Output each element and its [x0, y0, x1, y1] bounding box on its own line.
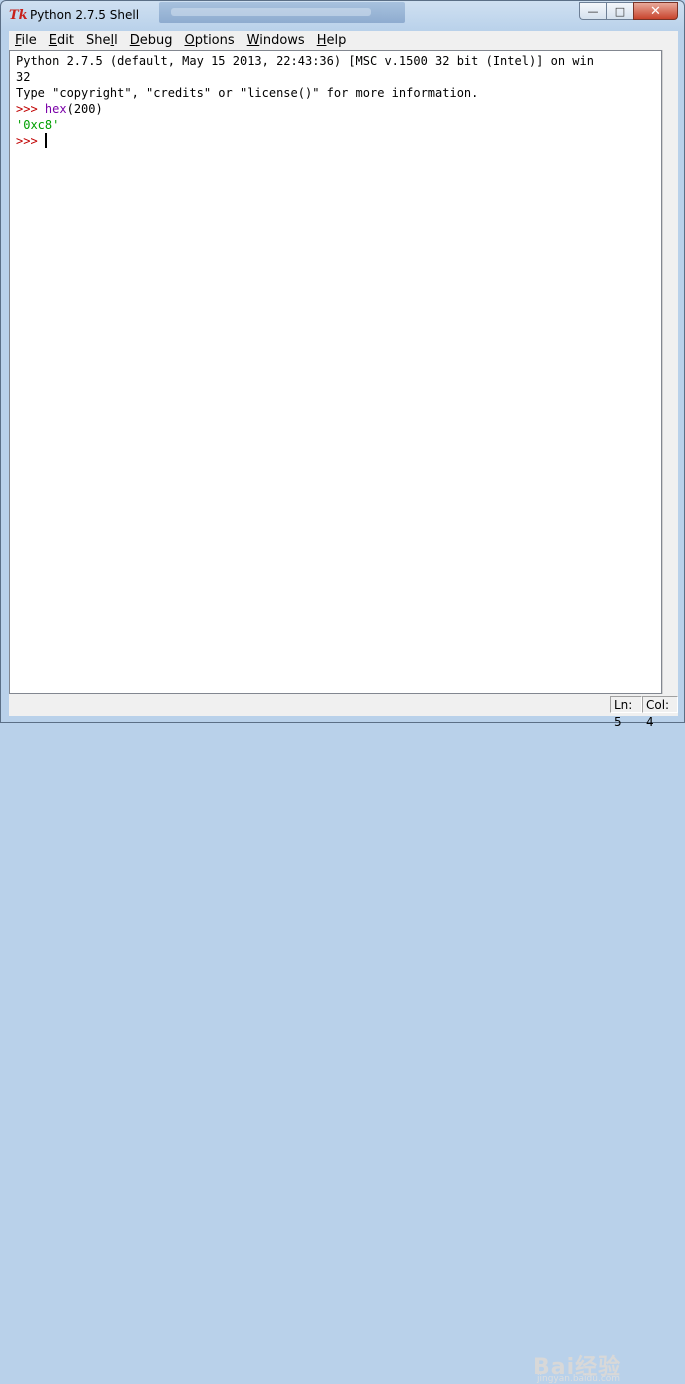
minimize-button[interactable]: —: [579, 2, 606, 20]
command-output: '0xc8': [16, 118, 60, 132]
background-taskbar-preview: [159, 2, 405, 23]
title-bar[interactable]: Tk Python 2.7.5 Shell — □ ✕: [1, 1, 684, 29]
menu-windows[interactable]: Windows: [241, 31, 311, 50]
maximize-button[interactable]: □: [606, 2, 633, 20]
shell-text-area[interactable]: Python 2.7.5 (default, May 15 2013, 22:4…: [9, 50, 662, 694]
menu-help[interactable]: Help: [311, 31, 353, 50]
vertical-scrollbar[interactable]: [662, 50, 678, 694]
command-function: hex: [44, 102, 67, 116]
menu-file[interactable]: File: [9, 31, 43, 50]
banner-line-2: 32: [16, 70, 31, 84]
status-column-number: Col: 4: [642, 696, 678, 729]
menu-shell[interactable]: Shell: [80, 31, 124, 50]
menu-edit[interactable]: Edit: [43, 31, 80, 50]
watermark-url: jingyan.baidu.com: [537, 1374, 621, 1384]
command-args: (200): [66, 102, 103, 116]
window-title: Python 2.7.5 Shell: [30, 8, 140, 22]
idle-shell-window: Tk Python 2.7.5 Shell — □ ✕ File Edit Sh…: [0, 0, 685, 1384]
shell-prompt: >>>: [16, 102, 45, 116]
menu-bar: File Edit Shell Debug Options Windows He…: [9, 31, 678, 50]
text-cursor: [44, 133, 47, 148]
maximize-icon: □: [614, 4, 626, 18]
close-button[interactable]: ✕: [633, 2, 678, 20]
menu-debug[interactable]: Debug: [124, 31, 179, 50]
close-icon: ✕: [650, 3, 661, 19]
shell-prompt-current: >>>: [16, 134, 45, 148]
shell-output[interactable]: Python 2.7.5 (default, May 15 2013, 22:4…: [10, 51, 661, 149]
banner-line-3: Type "copyright", "credits" or "license(…: [16, 86, 479, 100]
tk-icon: Tk: [9, 8, 28, 23]
banner-line-1: Python 2.7.5 (default, May 15 2013, 22:4…: [16, 54, 594, 68]
menu-options[interactable]: Options: [178, 31, 240, 50]
window-controls: — □ ✕: [579, 2, 678, 21]
status-line-number: Ln: 5: [610, 696, 642, 729]
minimize-icon: —: [587, 4, 599, 18]
status-bar: Bai经验 jingyan.baidu.com Ln: 5 Col: 4: [9, 694, 678, 1384]
